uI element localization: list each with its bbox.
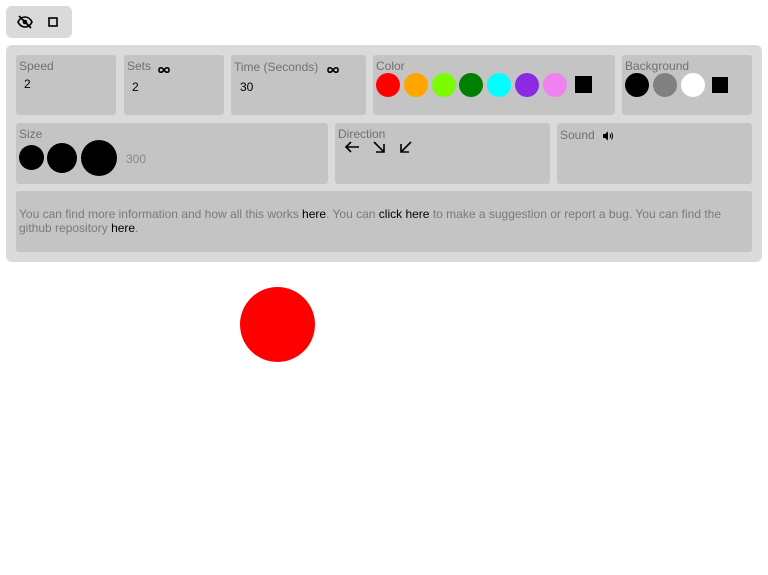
color-swatch[interactable] (459, 73, 484, 97)
suggestion-link[interactable]: click here (379, 207, 430, 221)
info-text: You can find more information and how al… (19, 207, 722, 235)
sets-input[interactable] (132, 80, 192, 94)
eye-off-icon[interactable] (16, 14, 34, 30)
color-swatch[interactable] (487, 73, 512, 97)
color-label: Color (376, 59, 405, 73)
background-card: Background (622, 55, 752, 115)
infinity-icon[interactable] (327, 61, 339, 79)
background-swatch[interactable] (653, 73, 677, 97)
size-medium-option[interactable] (47, 143, 77, 173)
arrow-down-right-icon[interactable] (372, 140, 386, 159)
sets-card: Sets (124, 55, 224, 115)
size-large-option[interactable] (81, 140, 117, 176)
sound-card: Sound (557, 123, 752, 184)
size-small-option[interactable] (19, 145, 44, 170)
direction-card: Direction (335, 123, 550, 184)
time-label: Time (Seconds) (234, 60, 319, 74)
speed-card: Speed (16, 55, 116, 115)
speed-label: Speed (19, 59, 54, 73)
size-card: Size 300 (16, 123, 328, 184)
settings-panel: Speed Sets Time (Seconds) Color Backgrou… (6, 45, 762, 262)
volume-icon[interactable] (603, 128, 614, 146)
direction-label: Direction (338, 127, 386, 141)
size-value[interactable]: 300 (126, 152, 146, 166)
color-swatch[interactable] (542, 73, 567, 97)
background-swatch[interactable] (625, 73, 649, 97)
github-link[interactable]: here (111, 221, 135, 235)
color-card: Color (373, 55, 615, 115)
info-card: You can find more information and how al… (16, 191, 752, 252)
color-swatch[interactable] (376, 73, 400, 97)
toolbar (6, 6, 72, 38)
fullscreen-square-icon[interactable] (46, 15, 60, 29)
sets-label: Sets (127, 59, 152, 73)
size-label: Size (19, 127, 43, 141)
background-swatch[interactable] (681, 73, 705, 97)
arrow-down-left-icon[interactable] (399, 140, 413, 159)
color-swatch[interactable] (431, 73, 456, 97)
color-swatch[interactable] (403, 73, 428, 97)
color-swatch[interactable] (515, 73, 539, 97)
arrow-left-icon[interactable] (343, 140, 361, 159)
sound-label: Sound (560, 128, 595, 142)
time-input[interactable] (240, 80, 300, 94)
background-label: Background (625, 59, 690, 73)
time-card: Time (Seconds) (231, 55, 366, 115)
infinity-icon[interactable] (158, 61, 170, 79)
speed-input[interactable] (24, 77, 84, 91)
custom-background-square-icon[interactable] (712, 77, 728, 93)
custom-color-square-icon[interactable] (575, 76, 592, 93)
moving-ball (240, 287, 315, 362)
info-link[interactable]: here (302, 207, 326, 221)
